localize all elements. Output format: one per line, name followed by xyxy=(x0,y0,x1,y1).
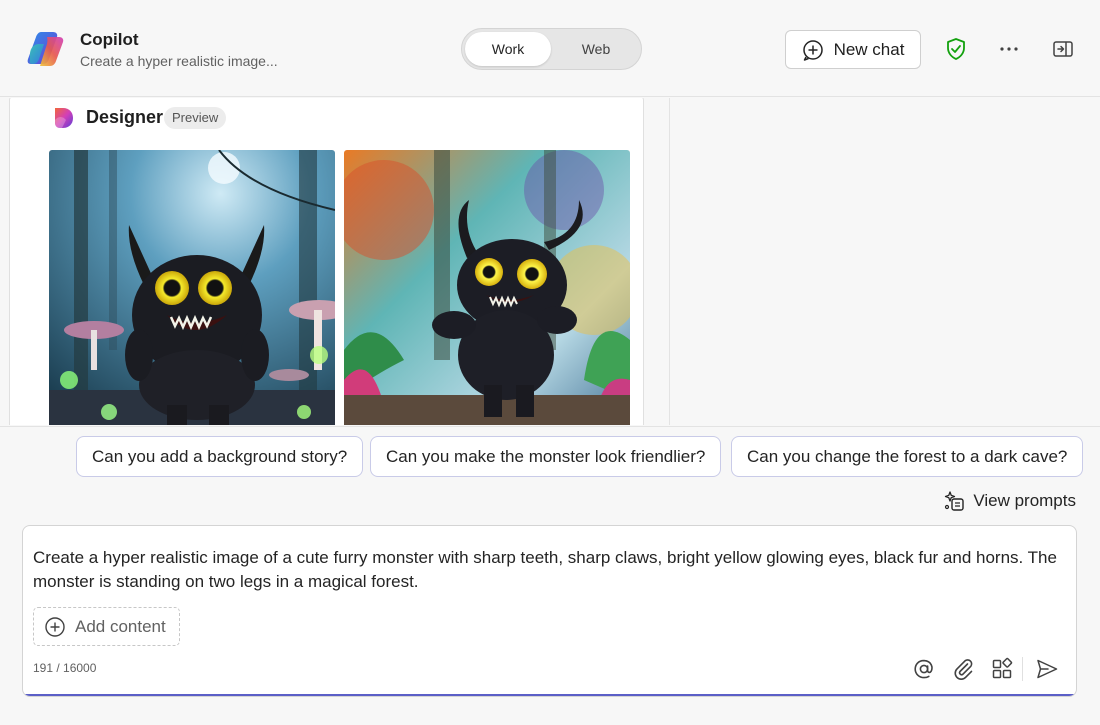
toggle-work[interactable]: Work xyxy=(465,32,551,66)
suggestion-chip-1[interactable]: Can you add a background story? xyxy=(76,436,364,477)
toggle-web[interactable]: Web xyxy=(553,32,639,66)
app-title: Copilot xyxy=(80,30,139,49)
composer-divider xyxy=(1022,657,1023,681)
app-header: Copilot Create a hyper realistic image..… xyxy=(0,0,1100,97)
chat-subtitle: Create a hyper realistic image... xyxy=(80,53,278,69)
designer-label: Designer xyxy=(86,107,164,127)
prompt-composer[interactable]: Create a hyper realistic image of a cute… xyxy=(22,525,1077,697)
composer-area: Can you add a background story? Can you … xyxy=(0,426,1100,725)
more-icon[interactable] xyxy=(997,37,1021,61)
apps-icon[interactable] xyxy=(990,657,1014,681)
add-circle-icon xyxy=(45,616,65,637)
open-panel-icon[interactable] xyxy=(1051,37,1075,61)
prompts-sparkle-icon xyxy=(945,491,965,511)
work-web-toggle: Work Web xyxy=(461,28,642,70)
copilot-logo-icon xyxy=(27,32,64,66)
add-content-label: Add content xyxy=(75,616,166,636)
view-prompts-button[interactable]: View prompts xyxy=(943,490,1076,512)
send-icon[interactable] xyxy=(1035,657,1059,681)
view-prompts-label: View prompts xyxy=(973,491,1076,510)
suggestion-chip-3[interactable]: Can you change the forest to a dark cave… xyxy=(731,436,1084,477)
new-chat-icon xyxy=(802,39,823,61)
suggestion-chip-2[interactable]: Can you make the monster look friendlier… xyxy=(370,436,722,477)
new-chat-button[interactable]: New chat xyxy=(785,30,921,69)
add-content-button[interactable]: Add content xyxy=(33,607,180,646)
monster-image-2[interactable] xyxy=(344,150,630,425)
attach-icon[interactable] xyxy=(951,657,975,681)
prompt-input[interactable]: Create a hyper realistic image of a cute… xyxy=(33,546,1063,594)
preview-badge: Preview xyxy=(164,107,227,129)
new-chat-label: New chat xyxy=(833,39,905,59)
designer-card: Designer Preview xyxy=(9,98,644,425)
shield-check-icon[interactable] xyxy=(944,37,968,61)
chat-pane: Designer Preview xyxy=(0,98,670,425)
mention-icon[interactable] xyxy=(912,657,936,681)
monster-image-1[interactable] xyxy=(49,150,335,425)
composer-focus-underline xyxy=(23,694,1076,696)
char-count: 191 / 16000 xyxy=(33,661,97,675)
designer-icon xyxy=(55,108,73,128)
